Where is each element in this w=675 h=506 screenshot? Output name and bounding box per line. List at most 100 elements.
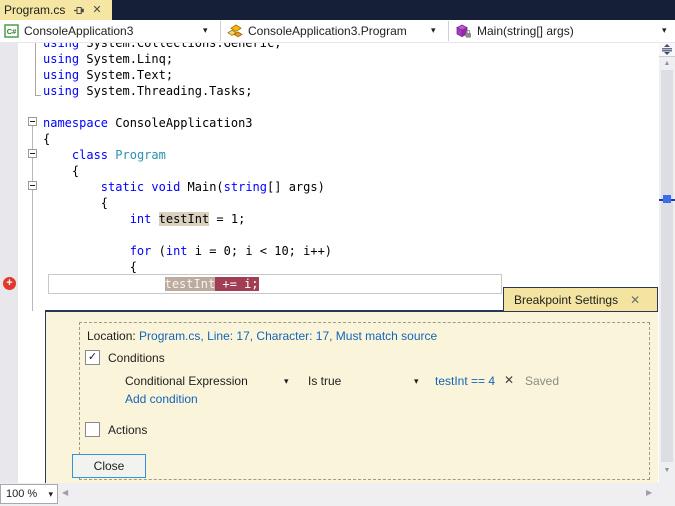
code-token: for bbox=[129, 244, 152, 258]
chevron-down-icon: ▾ bbox=[662, 25, 667, 35]
zoom-level-value: 100 % bbox=[6, 488, 38, 500]
navbar-separator bbox=[448, 21, 449, 41]
condition-expression-field[interactable]: testInt == 4 bbox=[435, 374, 495, 388]
add-condition-link[interactable]: Add condition bbox=[125, 392, 198, 406]
location-row: Location: Program.cs, Line: 17, Characte… bbox=[87, 329, 437, 343]
tab-program-cs[interactable]: Program.cs ✕ bbox=[0, 0, 112, 20]
code-line: using System.Text; bbox=[43, 67, 173, 83]
code-token: System.Threading.Tasks; bbox=[79, 84, 253, 98]
type-dropdown-value: ConsoleApplication3.Program bbox=[248, 24, 407, 38]
code-line: { bbox=[43, 195, 108, 211]
breakpoint-settings-panel: Location: Program.cs, Line: 17, Characte… bbox=[45, 312, 658, 483]
code-line: int testInt = 1; bbox=[43, 211, 245, 227]
scroll-up-icon[interactable]: ▲ bbox=[659, 60, 675, 67]
condition-operator-dropdown[interactable]: Is true bbox=[308, 374, 341, 388]
code-token: = 1; bbox=[209, 212, 246, 226]
code-line: namespace ConsoleApplication3 bbox=[43, 115, 253, 131]
chevron-down-icon: ▾ bbox=[48, 489, 53, 499]
code-token: System.Text; bbox=[79, 68, 174, 82]
splitter-icon bbox=[662, 44, 672, 55]
scroll-down-icon[interactable]: ▼ bbox=[659, 467, 675, 474]
code-line: using System.Collections.Generic; bbox=[43, 43, 281, 51]
code-token: System.Linq; bbox=[79, 52, 174, 66]
code-token: void bbox=[151, 180, 181, 194]
location-label: Location: bbox=[87, 329, 140, 343]
location-value[interactable]: Program.cs, Line: 17, Character: 17, Mus… bbox=[139, 329, 437, 343]
split-editor-handle[interactable] bbox=[659, 43, 675, 57]
delete-condition-icon[interactable]: ✕ bbox=[504, 373, 514, 387]
collapse-toggle-method[interactable] bbox=[28, 181, 37, 190]
code-line: { bbox=[43, 131, 50, 147]
chevron-down-icon: ▾ bbox=[431, 25, 436, 35]
caret-position-marker bbox=[663, 195, 671, 203]
saved-status-label: Saved bbox=[525, 374, 560, 388]
code-line: { bbox=[43, 259, 137, 275]
project-dropdown[interactable]: C# ConsoleApplication3 ▾ bbox=[0, 20, 219, 42]
svg-text:C#: C# bbox=[7, 27, 17, 36]
pin-icon[interactable] bbox=[73, 4, 85, 16]
close-icon[interactable]: ✕ bbox=[92, 0, 101, 20]
code-line: using System.Threading.Tasks; bbox=[43, 83, 253, 99]
breakpoint-line-box: testInt += i; bbox=[48, 274, 502, 294]
scroll-left-icon[interactable]: ◀ bbox=[62, 488, 68, 497]
outline-bracket-usings bbox=[35, 43, 41, 96]
conditional-breakpoint-icon[interactable]: + bbox=[3, 277, 16, 290]
checkmark-icon: ✓ bbox=[87, 351, 98, 363]
code-token: ConsoleApplication3 bbox=[108, 116, 253, 130]
chevron-down-icon[interactable]: ▾ bbox=[284, 376, 289, 387]
code-token: ( bbox=[151, 244, 166, 258]
scroll-right-icon[interactable]: ▶ bbox=[646, 488, 652, 497]
vs-editor-window: Program.cs ✕ C# ConsoleApplication3 ▾ Co… bbox=[0, 0, 675, 506]
code-token: i = 0; i < 10; i++) bbox=[187, 244, 333, 258]
code-line: for (int i = 0; i < 10; i++) bbox=[43, 243, 332, 259]
code-token: using bbox=[43, 43, 80, 50]
code-token: Program bbox=[115, 148, 166, 162]
editor-bottom-bar: 100 % ▾ ◀ ▶ bbox=[0, 483, 675, 506]
vertical-scrollbar[interactable]: ▲ ▼ bbox=[659, 43, 675, 483]
actions-label: Actions bbox=[108, 423, 148, 437]
code-token: { bbox=[43, 260, 137, 274]
code-line: class Program bbox=[43, 147, 166, 163]
member-dropdown[interactable]: Main(string[] args) ▾ bbox=[450, 20, 675, 42]
actions-checkbox[interactable] bbox=[85, 422, 100, 437]
code-token: namespace bbox=[43, 116, 109, 130]
navbar-separator bbox=[220, 21, 221, 41]
collapse-toggle-class[interactable] bbox=[28, 149, 37, 158]
code-token: [] args) bbox=[267, 180, 325, 194]
chevron-down-icon: ▾ bbox=[203, 25, 208, 35]
collapse-toggle-namespace[interactable] bbox=[28, 117, 37, 126]
code-token: int bbox=[129, 212, 152, 226]
code-token: using bbox=[43, 84, 80, 98]
code-token: { bbox=[43, 132, 51, 146]
code-line: using System.Linq; bbox=[43, 51, 173, 67]
class-icon bbox=[227, 24, 243, 39]
code-token: int bbox=[165, 244, 188, 258]
breakpoint-settings-tab: Breakpoint Settings ✕ bbox=[503, 287, 658, 312]
conditions-checkbox[interactable]: ✓ bbox=[85, 350, 100, 365]
code-line: static void Main(string[] args) bbox=[43, 179, 325, 195]
code-token: static bbox=[100, 180, 145, 194]
breakpoint-settings-title: Breakpoint Settings bbox=[514, 292, 619, 307]
vertical-scrollbar-thumb[interactable] bbox=[661, 70, 673, 462]
zoom-level-dropdown[interactable]: 100 % ▾ bbox=[0, 484, 58, 504]
condition-type-dropdown[interactable]: Conditional Expression bbox=[125, 374, 248, 388]
close-icon[interactable]: ✕ bbox=[630, 293, 640, 307]
code-token: using bbox=[43, 52, 80, 66]
code-token: { bbox=[43, 196, 109, 210]
chevron-down-icon[interactable]: ▾ bbox=[414, 376, 419, 387]
code-line: { bbox=[43, 163, 79, 179]
type-dropdown[interactable]: ConsoleApplication3.Program ▾ bbox=[222, 20, 447, 42]
code-token: using bbox=[43, 68, 80, 82]
conditions-label: Conditions bbox=[108, 351, 165, 365]
code-token: += i; bbox=[215, 277, 259, 291]
project-dropdown-value: ConsoleApplication3 bbox=[24, 24, 134, 38]
close-button[interactable]: Close bbox=[72, 454, 146, 478]
breakpoint-margin[interactable] bbox=[0, 43, 18, 483]
breakpoint-code-line: testInt += i; bbox=[49, 276, 259, 292]
csharp-project-icon: C# bbox=[4, 24, 19, 38]
code-token: string bbox=[223, 180, 268, 194]
